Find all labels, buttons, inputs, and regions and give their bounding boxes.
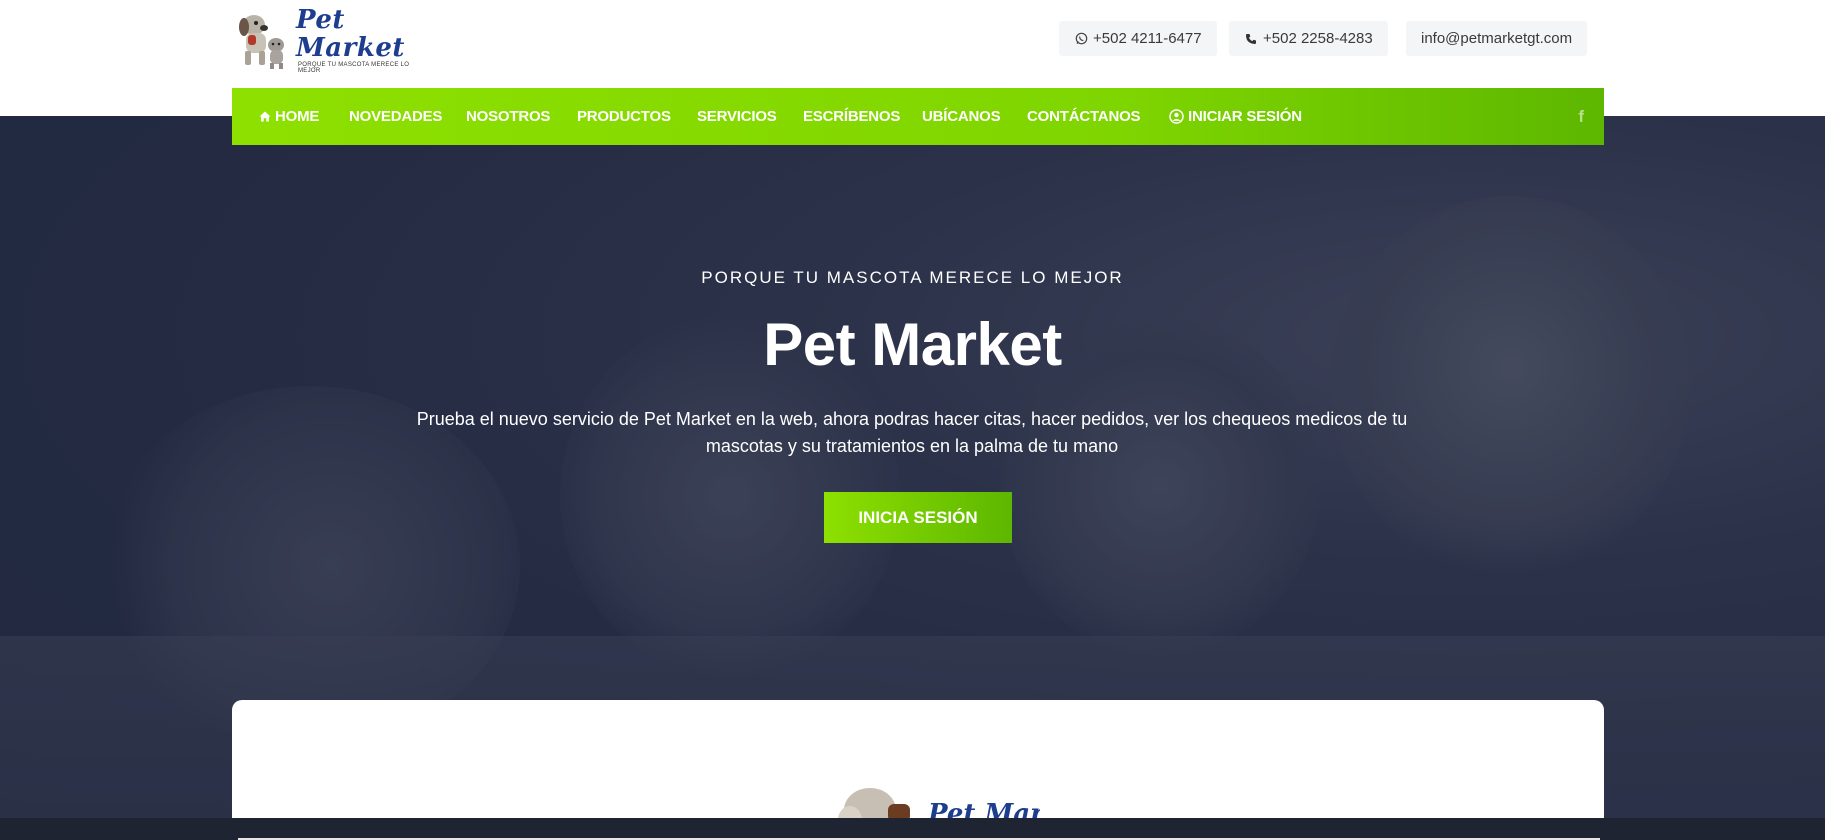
hero-description: Prueba el nuevo servicio de Pet Market e… [416, 409, 1408, 456]
home-icon [259, 111, 271, 122]
email-address: info@petmarketgt.com [1421, 30, 1573, 47]
nav-item-servicios[interactable]: SERVICIOS [697, 88, 777, 145]
nav-item-label: PRODUCTOS [577, 108, 671, 125]
main-nav: HOME NOVEDADES NOSOTROS PRODUCTOS SERVIC… [232, 88, 1604, 145]
phone-icon [1244, 32, 1258, 46]
nav-item-ubicanos[interactable]: UBÍCANOS [922, 88, 1001, 145]
nav-item-label: UBÍCANOS [922, 108, 1001, 125]
nav-item-label: CONTÁCTANOS [1027, 108, 1141, 125]
dog-cat-logo-icon [232, 9, 290, 71]
logo-title: Pet Market [296, 5, 405, 63]
whatsapp-number: +502 4211-6477 [1093, 30, 1202, 47]
whatsapp-icon [1074, 32, 1088, 46]
hero-subtitle: PORQUE TU MASCOTA MERECE LO MEJOR [701, 268, 1124, 287]
phone-contact[interactable]: +502 2258-4283 [1229, 21, 1388, 56]
email-contact[interactable]: info@petmarketgt.com [1406, 21, 1588, 56]
nav-item-contactanos[interactable]: CONTÁCTANOS [1027, 88, 1141, 145]
nav-item-label: NOVEDADES [349, 108, 443, 125]
logo-tagline: PORQUE TU MASCOTA MERECE LO MEJOR [298, 62, 410, 74]
facebook-icon[interactable]: f [1578, 88, 1584, 145]
nav-item-home[interactable]: HOME [259, 88, 319, 145]
nav-item-iniciar-sesion[interactable]: INICIAR SESIÓN [1169, 88, 1302, 145]
site-logo[interactable]: Pet Market PORQUE TU MASCOTA MERECE LO M… [232, 5, 422, 74]
nav-item-nosotros[interactable]: NOSOTROS [466, 88, 550, 145]
hero-title: Pet Market [763, 311, 1062, 378]
bottom-strip [0, 818, 1825, 840]
phone-number: +502 2258-4283 [1263, 30, 1373, 47]
login-cta-button[interactable]: INICIA SESIÓN [824, 492, 1012, 543]
whatsapp-contact[interactable]: +502 4211-6477 [1059, 21, 1217, 56]
nav-item-label: HOME [275, 108, 320, 125]
user-circle-icon [1169, 109, 1184, 124]
nav-item-label: NOSOTROS [466, 108, 551, 125]
nav-item-escribenos[interactable]: ESCRÍBENOS [803, 88, 900, 145]
nav-item-productos[interactable]: PRODUCTOS [577, 88, 671, 145]
nav-item-label: SERVICIOS [697, 108, 777, 125]
nav-item-label: INICIAR SESIÓN [1188, 108, 1302, 125]
nav-item-novedades[interactable]: NOVEDADES [349, 88, 442, 145]
nav-item-label: ESCRÍBENOS [803, 108, 901, 125]
